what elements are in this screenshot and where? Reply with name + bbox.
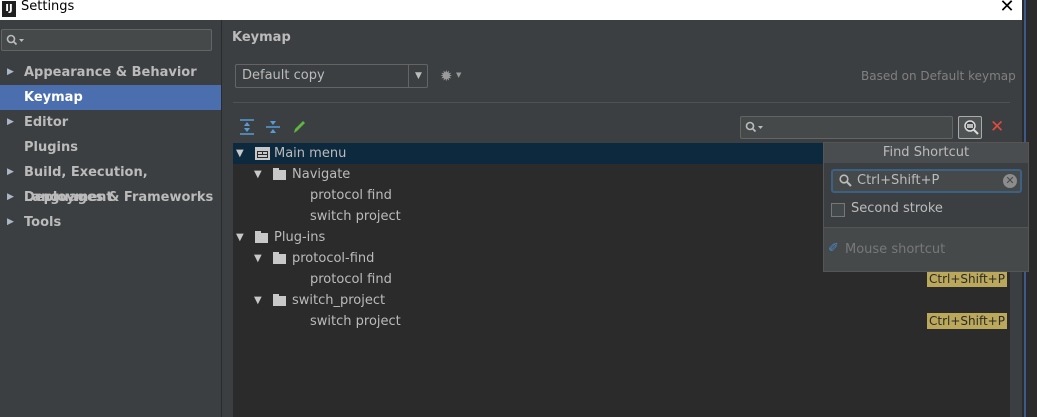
shortcut-input[interactable]: Ctrl+Shift+P ✕ [831,169,1022,193]
window-title: Settings [21,0,75,14]
find-by-shortcut-button[interactable] [958,116,982,139]
close-window-button[interactable]: ✕ [997,0,1017,17]
tree-row-label: Plug-ins [274,230,326,245]
tree-row-label: switch project [310,314,401,329]
shortcut-badge: Ctrl+Shift+P [927,313,1007,329]
chevron-down-icon[interactable]: ▼ [408,65,428,87]
shortcut-input-value: Ctrl+Shift+P [857,173,940,188]
expand-all-icon[interactable] [240,119,254,135]
app-icon: IJ [2,1,16,17]
edit-pencil-icon[interactable] [292,119,306,135]
search-icon [745,121,763,133]
popup-title: Find Shortcut [824,143,1028,163]
find-shortcut-popup: Find Shortcut Ctrl+Shift+P ✕ Second stro… [823,142,1029,272]
based-on-label: Based on Default keymap [861,69,1016,83]
tree-search-input[interactable] [740,116,953,139]
sidebar-item-label: Appearance & Behavior [24,65,197,80]
sidebar-item-label: Tools [24,215,62,230]
expand-toggle-icon[interactable]: ▼ [254,248,262,269]
expand-toggle-icon[interactable]: ▼ [254,290,262,311]
mouse-shortcut-area[interactable]: ✐ Mouse shortcut [824,228,1028,271]
sidebar-item-build-execution-deployment[interactable]: ▶ Build, Execution, Deployment [0,160,221,205]
sidebar-item-label: Languages & Frameworks [24,190,214,205]
expand-toggle-icon[interactable]: ▼ [236,227,244,248]
second-stroke-checkbox[interactable] [831,203,845,217]
expand-arrow-icon: ▶ [7,67,14,77]
folder-icon [255,231,268,243]
expand-arrow-icon: ▶ [7,167,14,177]
folder-icon [273,252,286,264]
sidebar-item-label: Editor [24,115,69,130]
clear-filter-icon[interactable]: ✕ [990,117,1004,137]
folder-icon [273,168,286,180]
gear-icon[interactable]: ✹ [440,67,453,85]
mouse-icon: ✐ [828,241,839,256]
find-shortcut-icon [964,120,979,135]
tree-row-label: Main menu [274,146,347,161]
gear-dropdown-caret-icon[interactable]: ▼ [456,71,461,79]
tree-row-label: protocol-find [292,251,375,266]
collapse-all-icon[interactable] [266,119,280,135]
tree-row-label: protocol find [310,188,392,203]
sidebar-item-tools[interactable]: ▶ Tools [0,210,221,235]
expand-toggle-icon[interactable]: ▼ [236,143,244,164]
page-title: Keymap [232,30,291,45]
expand-arrow-icon: ▶ [7,117,14,127]
keymap-select-value: Default copy [242,68,325,83]
title-bar: IJ Settings ✕ [0,0,1022,20]
clear-input-icon[interactable]: ✕ [1003,174,1017,188]
keymap-select[interactable]: Default copy ▼ [235,64,428,88]
sidebar-item-appearance-behavior[interactable]: ▶ Appearance & Behavior [0,60,221,85]
search-icon [839,174,852,187]
search-icon [6,34,24,46]
sidebar-item-label: Plugins [24,140,78,155]
divider [233,102,1010,103]
tree-row-label: switch_project [292,293,386,308]
expand-arrow-icon: ▶ [7,217,14,227]
tree-row[interactable]: switch project Ctrl+Shift+P [233,311,1010,332]
main-menu-icon [255,147,270,160]
mouse-shortcut-label: Mouse shortcut [845,242,946,257]
second-stroke-label[interactable]: Second stroke [851,201,943,216]
tree-row-label: protocol find [310,272,392,287]
folder-icon [273,294,286,306]
sidebar-item-keymap[interactable]: Keymap [0,85,221,110]
sidebar-item-editor[interactable]: ▶ Editor [0,110,221,135]
tree-row[interactable]: protocol find Ctrl+Shift+P [233,269,1010,290]
sidebar-search-input[interactable] [1,29,212,51]
sidebar-item-languages-frameworks[interactable]: ▶ Languages & Frameworks [0,185,221,210]
expand-arrow-icon: ▶ [7,192,14,202]
sidebar-item-plugins[interactable]: Plugins [0,135,221,160]
expand-toggle-icon[interactable]: ▼ [254,164,262,185]
shortcut-badge: Ctrl+Shift+P [927,271,1007,287]
tree-row[interactable]: ▼ switch_project [233,290,1010,311]
sidebar-item-label: Keymap [24,90,83,105]
tree-row-label: switch project [310,209,401,224]
tree-row-label: Navigate [292,167,351,182]
